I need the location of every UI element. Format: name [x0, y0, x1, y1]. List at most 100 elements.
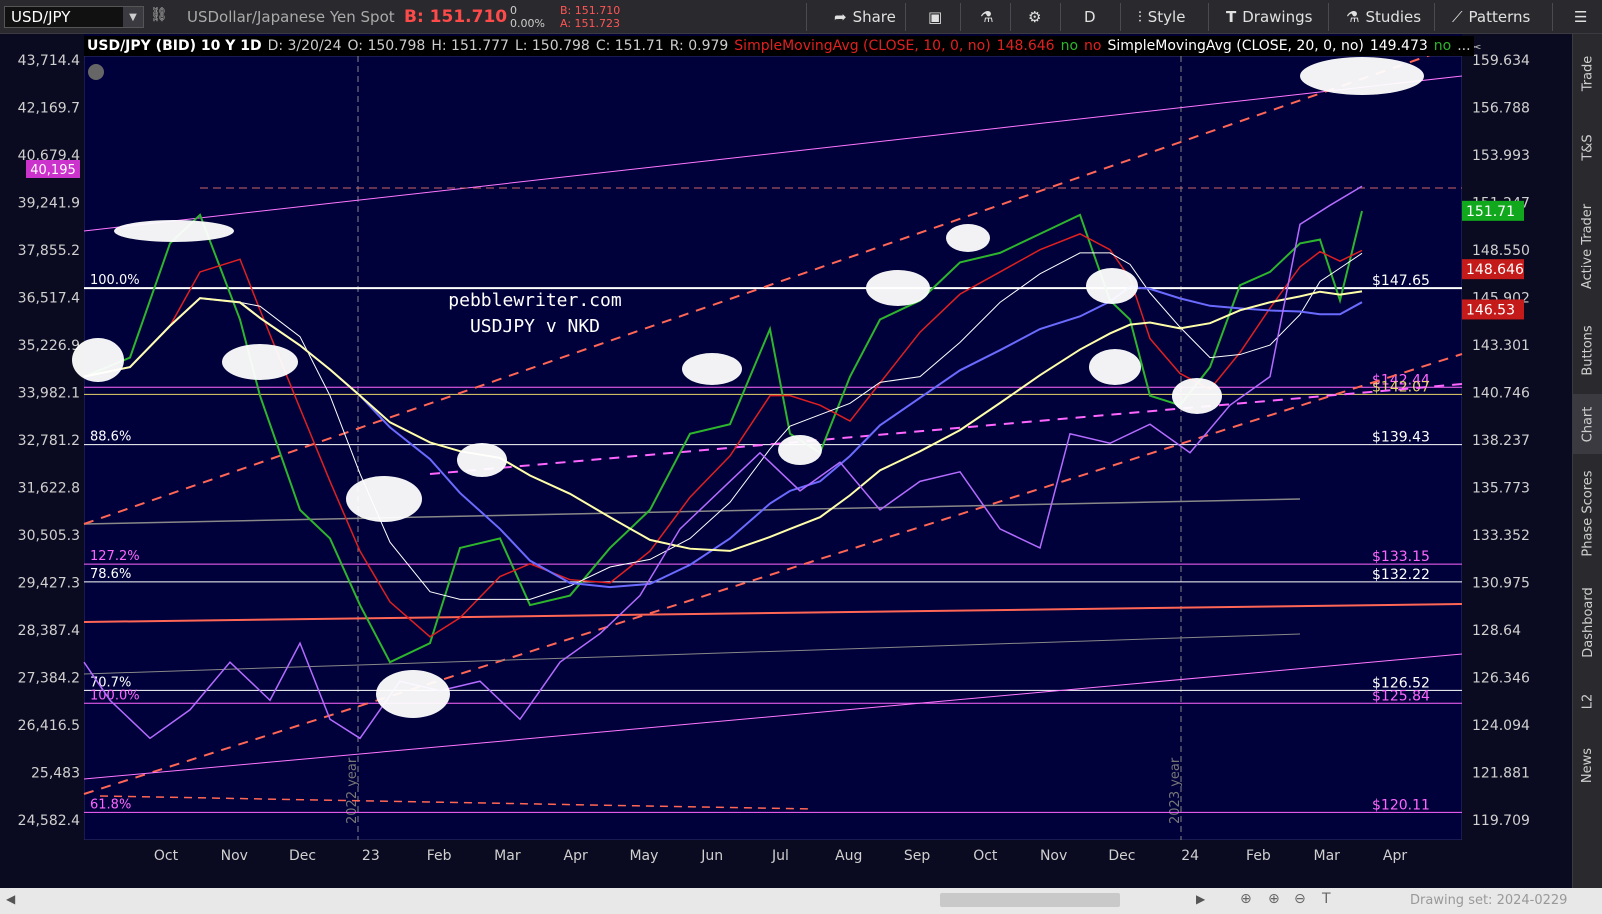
level-price-label: $125.84: [1372, 688, 1430, 704]
left-axis-tick: 37,855.2: [18, 243, 80, 259]
snapshot-button[interactable]: ▣: [928, 6, 942, 28]
fib-label: 100.0%: [90, 688, 140, 703]
x-axis-tick: Feb: [1246, 848, 1271, 864]
sidebar-tab-buttons[interactable]: Buttons: [1573, 310, 1602, 390]
ask-small: A: 151.723: [560, 17, 621, 30]
x-axis-tick: Feb: [427, 848, 452, 864]
period-button[interactable]: D: [1084, 6, 1096, 28]
symbol-text[interactable]: USD/JPY: [5, 8, 123, 26]
legend-title: USD/JPY (BID) 10 Y 1D: [87, 38, 262, 54]
fib-label: 88.6%: [90, 430, 131, 445]
right-axis-tick: 119.709: [1472, 813, 1530, 829]
crosshair-icon[interactable]: ⊕: [1240, 891, 1252, 907]
menu-icon: ☰: [1574, 8, 1588, 26]
legend-more[interactable]: ...: [1454, 38, 1473, 54]
sidebar-tab-l2[interactable]: L2: [1573, 676, 1602, 726]
legend-high: H: 151.777: [431, 38, 509, 54]
chart-area[interactable]: 43,714.4 42,169.7 40,679.4 39,241.9 37,855.2…: [0, 34, 1572, 888]
year-marker-label: 2023 year: [1168, 757, 1183, 824]
gear-icon: ⚙: [1028, 8, 1042, 26]
level-price-label: $120.11: [1372, 797, 1430, 813]
legend-sma20-value: 149.473: [1369, 38, 1428, 54]
sidebar-tab-news[interactable]: News: [1573, 730, 1602, 800]
drawings-label: Drawings: [1242, 8, 1313, 26]
x-axis-tick: Dec: [289, 848, 316, 864]
sidebar-tab-label: L2: [1580, 693, 1596, 709]
left-axis-tick: 33,982.1: [18, 386, 80, 402]
x-axis-tick: Oct: [154, 848, 179, 864]
studies-button[interactable]: ⚗ Studies: [1346, 6, 1421, 28]
highlight-ellipse: [1086, 268, 1138, 304]
legend-no-1: no: [1060, 38, 1079, 54]
scroll-right-icon[interactable]: ▶: [1196, 892, 1205, 906]
zoom-out-icon[interactable]: ⊖: [1294, 891, 1306, 907]
divider: [960, 3, 961, 31]
x-axis-tick: Dec: [1108, 848, 1135, 864]
chart-canvas[interactable]: 43,714.442,169.740,679.439,241.937,855.2…: [0, 34, 1572, 888]
sidebar-tab-chart[interactable]: Chart: [1573, 394, 1602, 454]
right-sidebar: Trade T&S Active Trader Buttons Chart Phase S…: [1572, 34, 1602, 888]
drawings-button[interactable]: T Drawings: [1226, 6, 1312, 28]
price-badge-label: 146.53: [1466, 302, 1515, 318]
symbol-description: USDollar/Japanese Yen Spot: [187, 8, 395, 26]
divider: [1552, 3, 1553, 31]
level-price-label: $147.65: [1372, 273, 1430, 289]
scrollbar-thumb[interactable]: [940, 893, 1120, 907]
right-axis-tick: 156.788: [1472, 101, 1530, 117]
studies-label: Studies: [1365, 8, 1422, 26]
highlight-ellipse: [866, 270, 930, 306]
info-icon[interactable]: [88, 64, 104, 80]
style-button[interactable]: ⫶ Style: [1138, 6, 1185, 28]
highlight-ellipse: [72, 338, 124, 382]
right-axis-tick: 138.237: [1472, 433, 1530, 449]
scroll-left-icon[interactable]: ◀: [6, 892, 15, 906]
price-badge-label: 151.71: [1466, 204, 1515, 220]
bottom-scrollbar[interactable]: ◀ ▶ ⊕ ⊕ ⊖ T Drawing set: 2024-0229: [0, 888, 1602, 914]
flask-button[interactable]: ⚗: [980, 6, 993, 28]
menu-button[interactable]: ☰: [1574, 6, 1587, 28]
sidebar-tab-trade[interactable]: Trade: [1573, 38, 1602, 108]
link-icon[interactable]: ⛓: [150, 7, 168, 23]
divider: [1060, 3, 1061, 31]
sidebar-tab-label: Buttons: [1580, 324, 1596, 376]
legend-open: O: 150.798: [347, 38, 426, 54]
bid-price: B: 151.710: [404, 7, 508, 27]
settings-button[interactable]: ⚙: [1028, 6, 1041, 28]
highlight-ellipse: [682, 353, 742, 385]
right-axis-tick: 140.746: [1472, 386, 1530, 402]
share-icon: ➦: [834, 8, 847, 26]
drawing-set-label: Drawing set: 2024-0229: [1410, 893, 1568, 908]
x-axis-tick: Sep: [904, 848, 931, 864]
chevron-down-icon[interactable]: ▼: [123, 7, 143, 27]
legend-no-3: no: [1433, 38, 1452, 54]
highlight-ellipse: [1300, 57, 1424, 95]
sidebar-tab-t-s[interactable]: T&S: [1573, 112, 1602, 182]
zoom-in-icon[interactable]: ⊕: [1268, 891, 1280, 907]
text-tool-icon[interactable]: T: [1322, 891, 1331, 907]
highlight-ellipse: [376, 670, 450, 718]
patterns-icon: ⟋: [1452, 8, 1463, 26]
level-price-label: $132.22: [1372, 567, 1430, 583]
highlight-ellipse: [114, 220, 234, 242]
x-axis-tick: Jun: [700, 848, 723, 864]
level-price-label: $139.43: [1372, 430, 1430, 446]
legend-sma10: SimpleMovingAvg (CLOSE, 10, 0, no): [734, 38, 991, 54]
patterns-button[interactable]: ⟋ Patterns: [1452, 6, 1530, 28]
symbol-selector[interactable]: USD/JPY ▼: [4, 6, 144, 28]
change-percent: 0.00%: [510, 17, 545, 30]
top-toolbar: USD/JPY ▼ ⛓ USDollar/Japanese Yen Spot B…: [0, 0, 1602, 34]
chart-title-line-2: USDJPY v NKD: [470, 316, 600, 337]
x-axis-tick: 23: [362, 848, 380, 864]
x-axis-tick: Mar: [494, 848, 521, 864]
share-button[interactable]: ➦ Share: [834, 6, 896, 28]
left-axis-tick: 35,226.9: [18, 338, 80, 354]
sidebar-tab-phase-scores[interactable]: Phase Scores: [1573, 458, 1602, 568]
x-axis-tick: Nov: [221, 848, 248, 864]
right-axis-tick: 121.881: [1472, 766, 1530, 782]
sidebar-tab-dashboard[interactable]: Dashboard: [1573, 572, 1602, 672]
divider: [1434, 3, 1435, 31]
sidebar-tab-active-trader[interactable]: Active Trader: [1573, 186, 1602, 306]
chart-title-line-1: pebblewriter.com: [448, 290, 621, 311]
sidebar-tab-label: T&S: [1580, 133, 1596, 161]
nkd-badge-label: 40,195: [30, 163, 76, 178]
